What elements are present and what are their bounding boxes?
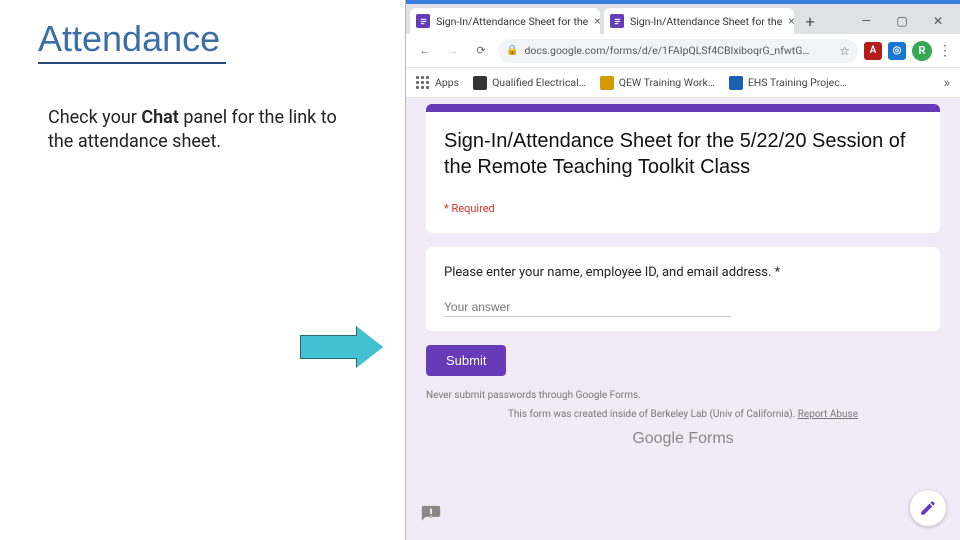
instruction-prefix: Check your: [48, 107, 141, 128]
address-bar[interactable]: 🔒 docs.google.com/forms/d/e/1FAIpQLSf4CB…: [498, 39, 858, 63]
browser-tab[interactable]: Sign-In/Attendance Sheet for the ×: [410, 8, 600, 34]
form-question-card: Please enter your name, employee ID, and…: [426, 247, 940, 331]
bookmark-item[interactable]: QEW Training Work…: [600, 76, 715, 90]
required-indicator: * Required: [444, 202, 922, 215]
edit-fab-button[interactable]: [910, 490, 946, 526]
bookmark-item[interactable]: Qualified Electrical…: [473, 76, 586, 90]
window-controls: — ▢ ✕: [848, 8, 956, 34]
instruction-text: Check your Chat panel for the link to th…: [48, 106, 358, 155]
report-abuse-link[interactable]: Report Abuse: [798, 409, 858, 420]
slide-title: Attendance: [38, 18, 226, 64]
apps-shortcut[interactable]: Apps: [416, 76, 459, 90]
org-text: This form was created inside of Berkeley…: [508, 409, 798, 420]
tab-bar: Sign-In/Attendance Sheet for the × Sign-…: [406, 4, 960, 34]
extension-icon[interactable]: ◎: [888, 42, 906, 60]
submit-button[interactable]: Submit: [426, 345, 506, 376]
profile-avatar[interactable]: R: [912, 41, 932, 61]
bookmark-label: QEW Training Work…: [619, 76, 715, 89]
bookmark-star-icon[interactable]: ☆: [839, 44, 850, 58]
password-warning: Never submit passwords through Google Fo…: [426, 390, 940, 401]
window-maximize-button[interactable]: ▢: [884, 8, 920, 34]
browser-menu-button[interactable]: ⋮: [938, 43, 952, 59]
window-minimize-button[interactable]: —: [848, 8, 884, 34]
bookmark-label: EHS Training Projec…: [748, 76, 847, 89]
tab-label: Sign-In/Attendance Sheet for the: [630, 15, 782, 28]
tab-close-icon[interactable]: ×: [594, 14, 600, 28]
new-tab-button[interactable]: +: [798, 12, 822, 31]
lock-icon: 🔒: [506, 45, 518, 56]
bookmark-icon: [729, 76, 743, 90]
window-close-button[interactable]: ✕: [920, 8, 956, 34]
arrow-indicator: [300, 335, 358, 359]
answer-input[interactable]: [444, 298, 731, 317]
feedback-icon[interactable]: [420, 504, 442, 526]
extension-icon[interactable]: A: [864, 42, 882, 60]
logo-forms: Forms: [684, 430, 734, 447]
form-title: Sign-In/Attendance Sheet for the 5/22/20…: [444, 128, 922, 180]
apps-label: Apps: [435, 76, 459, 89]
browser-tab[interactable]: Sign-In/Attendance Sheet for the ×: [604, 8, 794, 34]
bookmark-icon: [600, 76, 614, 90]
apps-grid-icon: [416, 76, 430, 90]
tab-close-icon[interactable]: ×: [788, 14, 794, 28]
forms-favicon-icon: [416, 14, 430, 28]
bookmark-label: Qualified Electrical…: [492, 76, 586, 89]
nav-back-button[interactable]: ←: [414, 40, 436, 62]
bookmarks-bar: Apps Qualified Electrical… QEW Training …: [406, 68, 960, 98]
bookmark-item[interactable]: EHS Training Projec…: [729, 76, 847, 90]
forms-favicon-icon: [610, 14, 624, 28]
url-text: docs.google.com/forms/d/e/1FAIpQLSf4CBIx…: [524, 44, 809, 57]
logo-google: Google: [632, 430, 684, 447]
nav-reload-button[interactable]: ⟳: [470, 40, 492, 62]
bookmarks-overflow-icon[interactable]: »: [943, 75, 950, 91]
form-org-note: This form was created inside of Berkeley…: [426, 409, 940, 420]
tab-label: Sign-In/Attendance Sheet for the: [436, 15, 588, 28]
nav-forward-button[interactable]: →: [442, 40, 464, 62]
browser-toolbar: ← → ⟳ 🔒 docs.google.com/forms/d/e/1FAIpQ…: [406, 34, 960, 68]
google-forms-logo: Google Forms: [426, 430, 940, 448]
form-header-card: Sign-In/Attendance Sheet for the 5/22/20…: [426, 104, 940, 233]
bookmark-icon: [473, 76, 487, 90]
instruction-bold: Chat: [141, 107, 179, 128]
question-text: Please enter your name, employee ID, and…: [444, 265, 780, 280]
browser-window: Sign-In/Attendance Sheet for the × Sign-…: [405, 0, 960, 540]
question-label: Please enter your name, employee ID, and…: [444, 265, 922, 280]
page-viewport: Sign-In/Attendance Sheet for the 5/22/20…: [406, 98, 960, 540]
